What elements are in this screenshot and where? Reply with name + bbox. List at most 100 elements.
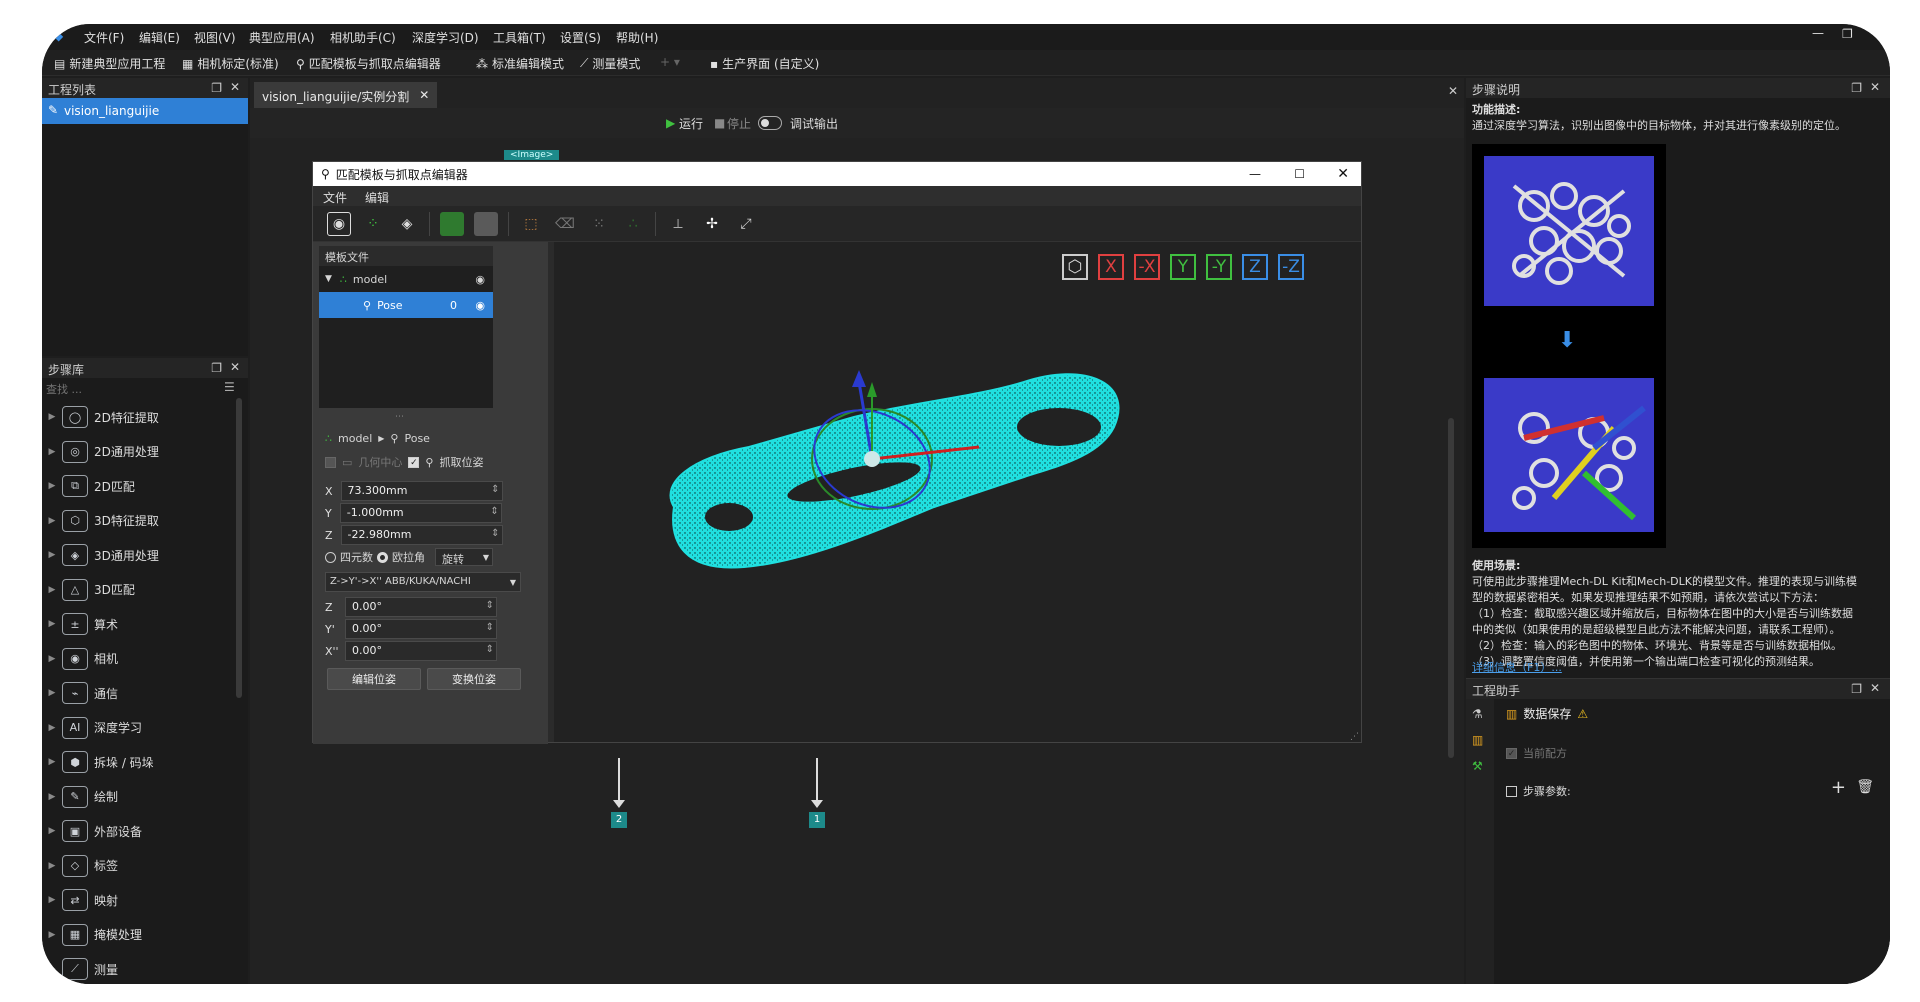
scatter-icon[interactable]: ⁙ (587, 212, 611, 236)
cube-icon[interactable]: ◈ (395, 212, 419, 236)
convention-select[interactable]: Z->Y'->X'' ABB/KUKA/NACHI ▼ (325, 572, 521, 592)
step-library-item[interactable]: ▶ ⌁ 通信 (42, 676, 232, 710)
port-1[interactable]: 1 (809, 812, 825, 828)
zoom-controls[interactable]: + ▾ (660, 55, 680, 69)
measure-mode-button[interactable]: ⟋ 测量模式 (580, 55, 640, 72)
restore-icon[interactable]: ❐ (1842, 27, 1853, 41)
chevron-right-icon[interactable]: ▶ (42, 619, 62, 629)
minimize-icon[interactable]: — (1249, 167, 1261, 181)
delete-points-icon[interactable]: ⌫ (553, 212, 577, 236)
chevron-right-icon[interactable]: ▶ (42, 964, 62, 974)
step-library-item[interactable]: ▶ ▦ 掩模处理 (42, 918, 232, 952)
resize-grip-icon[interactable]: ⋰ (1350, 732, 1359, 742)
3d-viewport[interactable]: ⬡ X -X Y -Y Z -Z (554, 242, 1361, 742)
menu-file[interactable]: 文件(F) (84, 29, 124, 46)
step-library-item[interactable]: ▶ ◇ 标签 (42, 849, 232, 883)
tab-instance-seg[interactable]: vision_lianguijie/实例分割 ✕ (254, 82, 438, 108)
step-library-item[interactable]: ▶ ◎ 2D通用处理 (42, 435, 232, 469)
menu-view[interactable]: 视图(V) (194, 29, 236, 46)
data-save-icon[interactable]: ▥ (1472, 733, 1483, 747)
close-icon[interactable]: ✕ (1870, 681, 1880, 695)
chevron-right-icon[interactable]: ▶ (42, 930, 62, 940)
pose-add-icon[interactable]: ✢ (700, 212, 724, 236)
chevron-right-icon[interactable]: ▶ (42, 481, 62, 491)
trash-icon[interactable]: 🗑 (1856, 779, 1874, 795)
minimize-icon[interactable]: — (1812, 26, 1824, 40)
step-library-item[interactable]: ▶ ◉ 相机 (42, 642, 232, 676)
rx-input[interactable]: 0.00° (345, 641, 497, 661)
float-icon[interactable]: ❐ (1851, 81, 1862, 95)
run-button[interactable]: 运行 (679, 115, 703, 132)
project-item[interactable]: ✎ vision_lianguijie (42, 98, 248, 124)
current-recipe-checkbox[interactable]: ✓ (1506, 747, 1517, 759)
y-input[interactable]: -1.000mm (339, 503, 502, 523)
step-search-input[interactable] (46, 380, 216, 398)
chevron-right-icon[interactable]: ▶ (42, 447, 62, 457)
rotate-select[interactable]: 旋转 ▼ (435, 548, 493, 566)
grasp-pose-checkbox[interactable]: ✓ (408, 456, 420, 468)
step-library-item[interactable]: ▶ ⟋ 测量 (42, 952, 232, 984)
chevron-right-icon[interactable]: ▶ (42, 516, 62, 526)
green-cube-icon[interactable] (440, 211, 464, 236)
float-icon[interactable]: ❐ (211, 361, 222, 375)
chevron-right-icon[interactable]: ▶ (42, 861, 62, 871)
ry-input[interactable]: 0.00° (345, 619, 497, 639)
menu-camera-assistant[interactable]: 相机助手(C) (330, 29, 396, 46)
image-node-tag[interactable]: <Image> (504, 150, 560, 160)
chevron-right-icon[interactable]: ▶ (42, 826, 62, 836)
calibration-button[interactable]: ▦ 相机标定(标准) (182, 55, 279, 72)
geo-center-checkbox[interactable] (325, 456, 336, 468)
dialog-menu-edit[interactable]: 编辑 (365, 189, 389, 205)
add-icon[interactable]: + (1831, 777, 1846, 798)
step-library-item[interactable]: ▶ ⧉ 2D匹配 (42, 469, 232, 503)
menu-help[interactable]: 帮助(H) (616, 29, 658, 46)
axis-add-icon[interactable]: ⟂ (666, 212, 690, 236)
chevron-right-icon[interactable]: ▶ (42, 688, 62, 698)
more-info-link[interactable]: 详细信息（F1）... (1472, 660, 1562, 676)
list-view-icon[interactable]: ☰ (224, 380, 235, 394)
expand-icon[interactable]: ▼ (325, 274, 332, 284)
step-library-item[interactable]: ▶ ◈ 3D通用处理 (42, 538, 232, 572)
z-input[interactable]: -22.980mm (340, 525, 503, 545)
chevron-right-icon[interactable]: ▶ (42, 585, 62, 595)
float-icon[interactable]: ❐ (211, 81, 222, 95)
step-library-item[interactable]: ▶ AI 深度学习 (42, 711, 232, 745)
step-library-item[interactable]: ▶ ⬡ 3D特征提取 (42, 504, 232, 538)
menu-toolbox[interactable]: 工具箱(T) (493, 29, 546, 46)
eye-icon[interactable]: ◉ (475, 273, 485, 286)
frame-icon[interactable]: ⬚ (519, 212, 543, 236)
port-2[interactable]: 2 (611, 812, 627, 828)
chevron-right-icon[interactable]: ▶ (42, 792, 62, 802)
scrollbar[interactable] (1448, 418, 1454, 758)
close-icon[interactable]: ✕ (230, 80, 240, 94)
menu-deep-learning[interactable]: 深度学习(D) (412, 29, 479, 46)
euler-radio[interactable] (377, 551, 388, 563)
x-input[interactable]: 73.300mm (340, 481, 503, 501)
menu-typical-apps[interactable]: 典型应用(A) (249, 29, 315, 46)
tree-item-pose[interactable]: ⚲ Pose 0 ◉ (319, 292, 493, 318)
chevron-right-icon[interactable]: ▶ (42, 550, 62, 560)
step-library-item[interactable]: ▶ ⇄ 映射 (42, 883, 232, 917)
step-library-item[interactable]: ▶ ⬢ 拆垛 / 码垛 (42, 745, 232, 779)
tree-item-model[interactable]: ▼ ∴ model ◉ (319, 266, 493, 292)
flask-icon[interactable]: ⚗ (1472, 707, 1483, 721)
tools-icon[interactable]: ⚒ (1472, 759, 1483, 773)
rz-input[interactable]: 0.00° (345, 597, 497, 617)
quaternion-radio[interactable] (325, 551, 336, 563)
chevron-right-icon[interactable]: ▶ (42, 895, 62, 905)
step-library-item[interactable]: ▶ △ 3D匹配 (42, 573, 232, 607)
standard-mode-button[interactable]: ⁂ 标准编辑模式 (476, 55, 564, 72)
step-params-checkbox[interactable] (1506, 785, 1517, 797)
menu-settings[interactable]: 设置(S) (560, 29, 601, 46)
points-icon[interactable]: ∴ (621, 212, 645, 236)
matching-editor-button[interactable]: ⚲ 匹配模板与抓取点编辑器 (296, 55, 441, 72)
debug-toggle[interactable] (758, 116, 782, 130)
edit-pose-button[interactable]: 编辑位姿 (327, 668, 421, 690)
chevron-right-icon[interactable]: ▶ (42, 757, 62, 767)
close-icon[interactable]: ✕ (1870, 80, 1880, 94)
step-library-item[interactable]: ▶ ▣ 外部设备 (42, 814, 232, 848)
camera-icon[interactable]: ◉ (327, 211, 351, 236)
close-icon[interactable]: ✕ (1448, 84, 1458, 98)
close-icon[interactable]: ✕ (230, 360, 240, 374)
grey-cube-icon[interactable] (474, 211, 498, 236)
